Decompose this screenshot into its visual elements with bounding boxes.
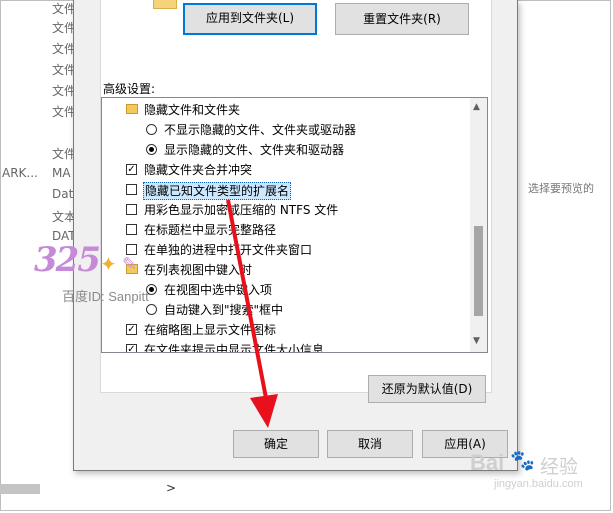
star-icon: ✦ <box>100 252 117 276</box>
baidu-url-text: jingyan.baidu.com <box>494 478 583 490</box>
baidu-id-text: 百度ID: Sanpitt <box>62 289 149 304</box>
arrow-head <box>250 394 278 428</box>
watermark-logo: 325 <box>34 240 101 280</box>
paw-icon: 🐾 <box>510 448 535 472</box>
arrow-shaft <box>226 199 268 399</box>
baidu-brand-text: Bai <box>470 450 505 475</box>
pen-icon: ✎ <box>122 254 138 275</box>
baidu-jingyan-text: 经验 <box>540 456 579 478</box>
